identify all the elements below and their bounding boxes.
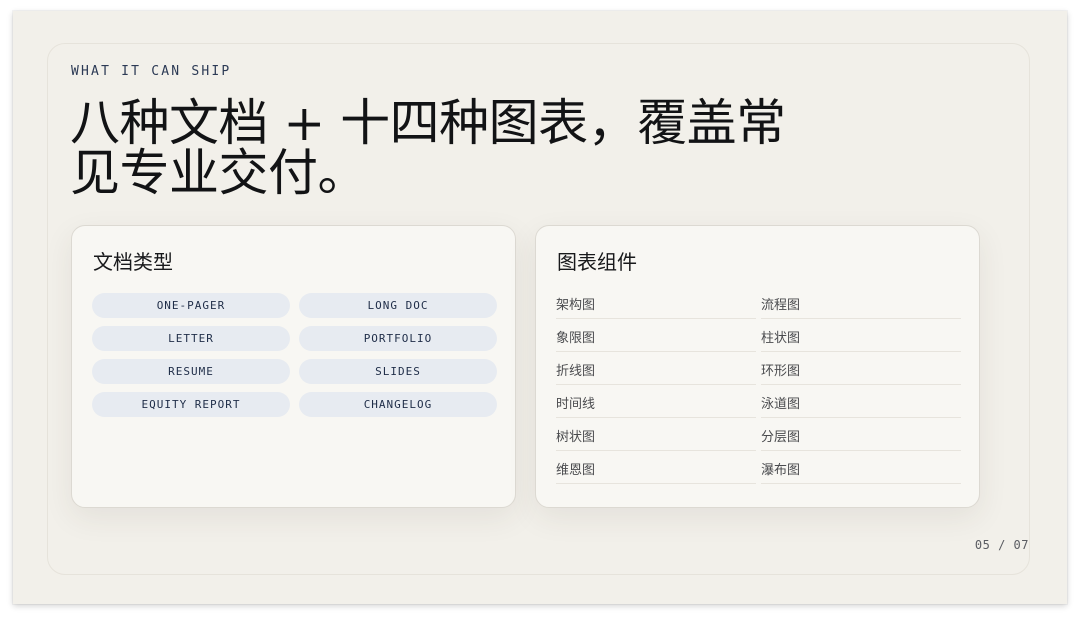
chart-component-item: 环形图 xyxy=(761,352,961,385)
slide-headline: 八种文档 + 十四种图表，覆盖常见专业交付。 xyxy=(70,94,786,202)
chart-component-item: 折线图 xyxy=(556,352,756,385)
doc-type-pill: EQUITY REPORT xyxy=(92,392,290,417)
chart-component-item: 瀑布图 xyxy=(761,451,961,484)
chart-components-card: 图表组件 架构图 流程图 象限图 柱状图 折线图 环形图 时间线 泳道图 树状图… xyxy=(535,225,980,508)
chart-component-item: 架构图 xyxy=(556,286,756,319)
chart-component-item: 分层图 xyxy=(761,418,961,451)
chart-component-item: 泳道图 xyxy=(761,385,961,418)
doc-type-pill: ONE-PAGER xyxy=(92,293,290,318)
doc-type-pill: SLIDES xyxy=(299,359,497,384)
doc-type-pill: LONG DOC xyxy=(299,293,497,318)
chart-component-item: 维恩图 xyxy=(556,451,756,484)
doc-type-pill: PORTFOLIO xyxy=(299,326,497,351)
doc-type-pill: LETTER xyxy=(92,326,290,351)
chart-components-title: 图表组件 xyxy=(557,250,637,274)
page-indicator: 05 / 07 xyxy=(974,538,1029,552)
eyebrow-label: WHAT IT CAN SHIP xyxy=(71,64,232,79)
chart-component-item: 柱状图 xyxy=(761,319,961,352)
chart-component-item: 流程图 xyxy=(761,286,961,319)
doc-types-list: ONE-PAGER LONG DOC LETTER PORTFOLIO RESU… xyxy=(92,293,497,417)
doc-type-pill: RESUME xyxy=(92,359,290,384)
doc-types-card: 文档类型 ONE-PAGER LONG DOC LETTER PORTFOLIO… xyxy=(71,225,516,508)
chart-component-item: 象限图 xyxy=(556,319,756,352)
doc-types-title: 文档类型 xyxy=(93,250,173,274)
chart-component-item: 时间线 xyxy=(556,385,756,418)
doc-type-pill: CHANGELOG xyxy=(299,392,497,417)
chart-components-list: 架构图 流程图 象限图 柱状图 折线图 环形图 时间线 泳道图 树状图 分层图 … xyxy=(556,286,961,484)
chart-component-item: 树状图 xyxy=(556,418,756,451)
